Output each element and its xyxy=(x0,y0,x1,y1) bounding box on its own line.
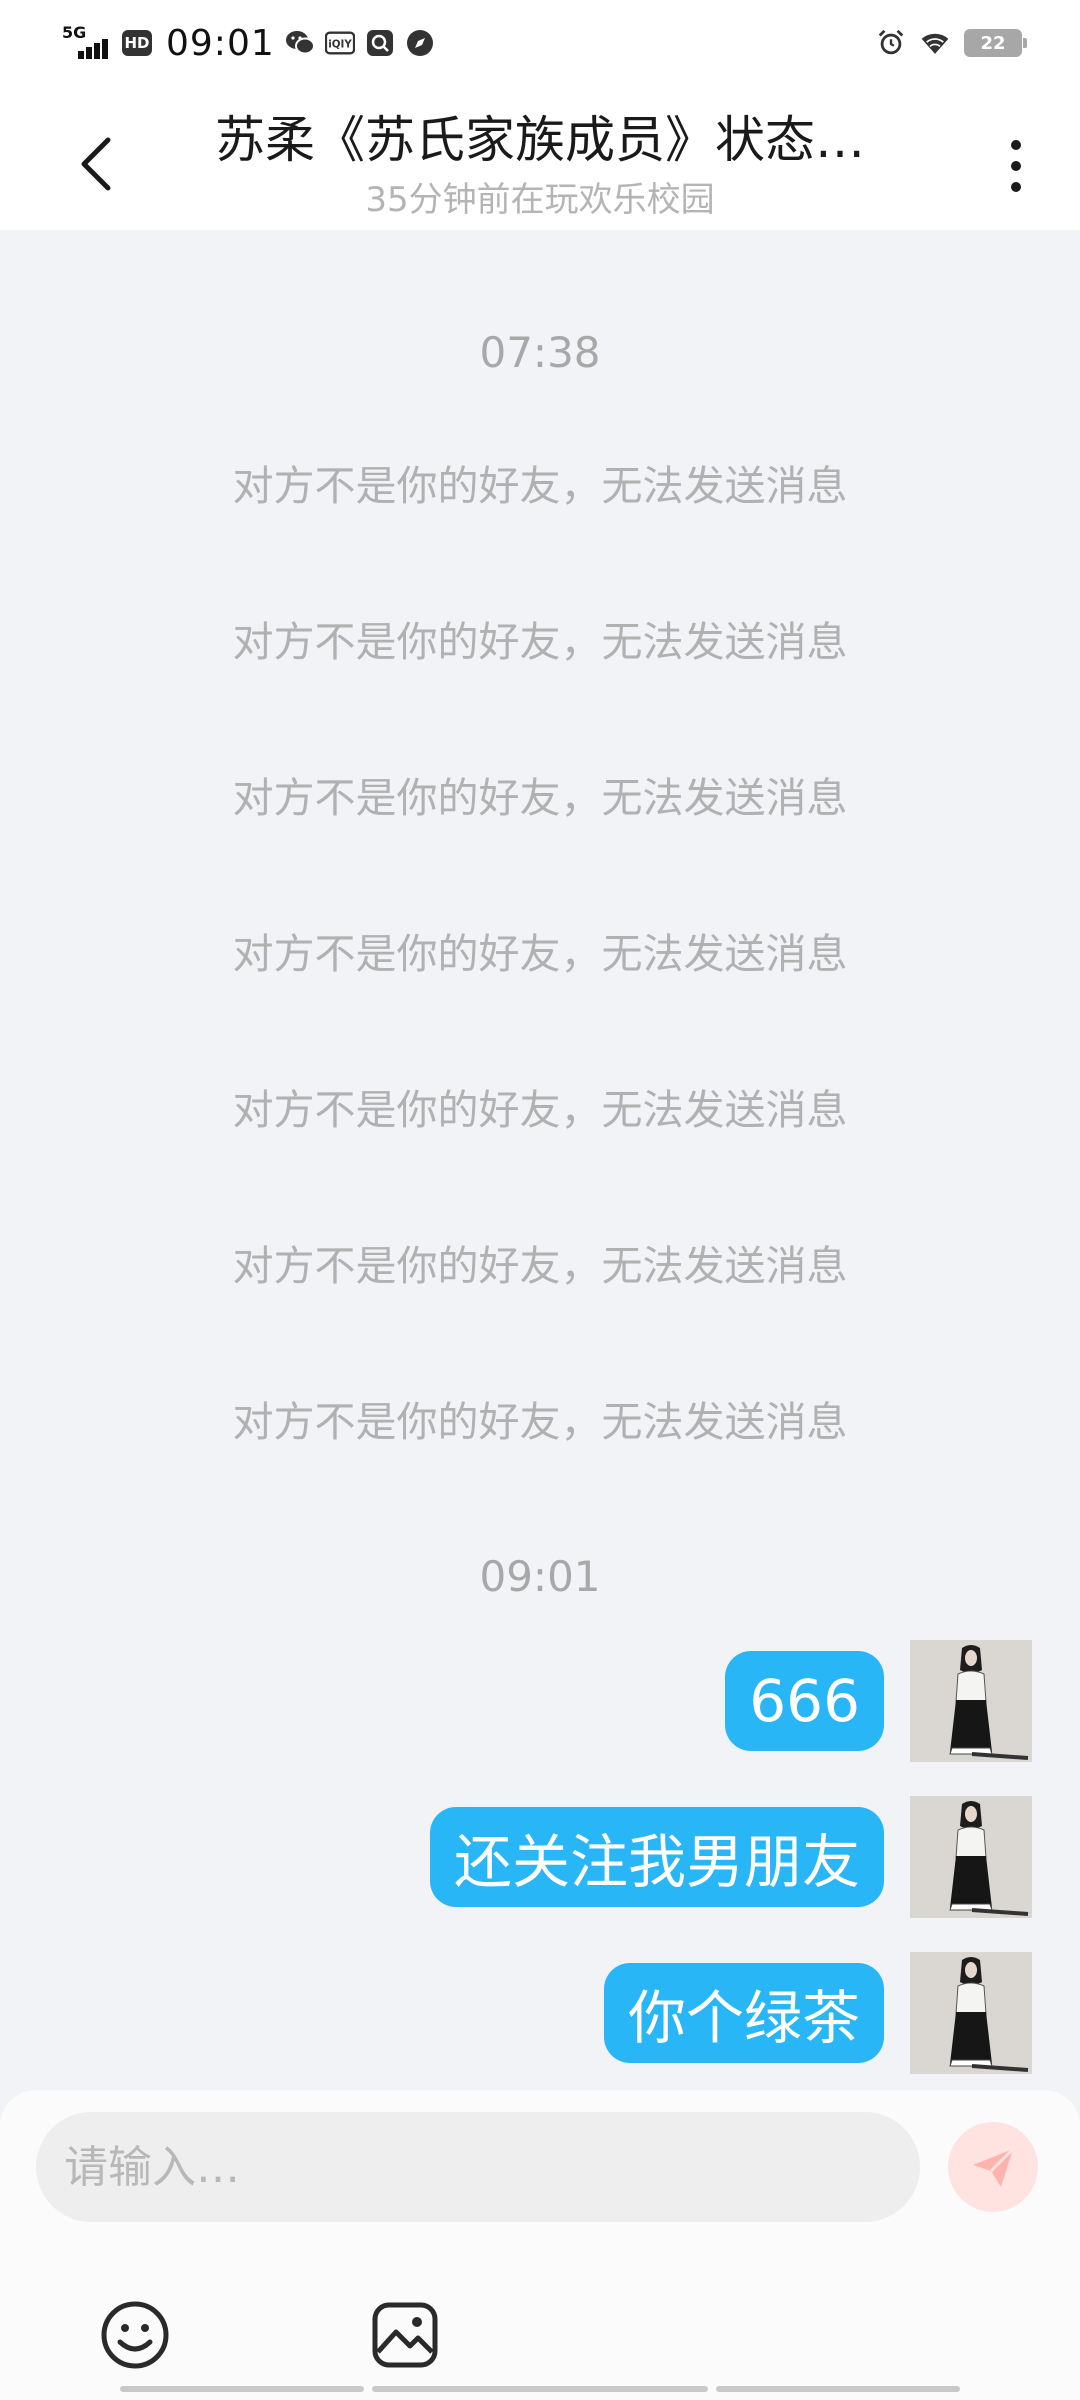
status-time: 09:01 xyxy=(166,22,275,64)
sent-message-row: 还关注我男朋友 xyxy=(429,1796,1032,1918)
avatar[interactable] xyxy=(910,1796,1032,1918)
sent-message-row: 你个绿茶 xyxy=(603,1952,1032,2074)
emoji-button[interactable] xyxy=(100,2300,170,2370)
wechat-icon xyxy=(285,28,315,58)
sent-message-row: 666 xyxy=(725,1640,1032,1762)
system-message: 对方不是你的好友，无法发送消息 xyxy=(232,1398,848,1446)
hd-icon: HD xyxy=(122,30,152,56)
more-options-button[interactable] xyxy=(996,126,1036,206)
avatar-image xyxy=(910,1952,1032,2074)
avatar-image xyxy=(910,1640,1032,1762)
chat-header: 苏柔《苏氏家族成员》状态… 35分钟前在玩欢乐校园 xyxy=(0,86,1080,230)
smiley-icon xyxy=(101,2301,169,2369)
composer xyxy=(0,2090,1080,2400)
system-message: 对方不是你的好友，无法发送消息 xyxy=(232,1242,848,1290)
image-icon xyxy=(372,2302,438,2368)
system-message: 对方不是你的好友，无法发送消息 xyxy=(232,774,848,822)
send-button[interactable] xyxy=(948,2122,1038,2212)
message-bubble[interactable]: 你个绿茶 xyxy=(603,1963,884,2063)
status-bar: 5G HD 09:01 iQIY 22 xyxy=(0,0,1080,86)
back-button[interactable] xyxy=(66,122,126,206)
nav-indicator xyxy=(372,2386,708,2392)
network-type: 5G xyxy=(62,23,87,42)
system-message: 对方不是你的好友，无法发送消息 xyxy=(232,1086,848,1134)
battery-indicator: 22 xyxy=(964,29,1027,57)
back-arrow-icon xyxy=(81,137,111,191)
avatar[interactable] xyxy=(910,1640,1032,1762)
more-vertical-icon xyxy=(1011,140,1021,150)
send-icon xyxy=(973,2147,1015,2187)
search-app-icon xyxy=(365,28,395,58)
iqiyi-icon: iQIY xyxy=(324,28,355,58)
timestamp: 09:01 xyxy=(479,1552,601,1601)
timestamp: 07:38 xyxy=(479,328,601,377)
message-input[interactable] xyxy=(36,2112,920,2222)
message-bubble[interactable]: 还关注我男朋友 xyxy=(429,1807,884,1907)
chat-messages[interactable]: 07:38 对方不是你的好友，无法发送消息 对方不是你的好友，无法发送消息 对方… xyxy=(0,230,1080,2090)
wifi-icon xyxy=(920,28,950,58)
alarm-icon xyxy=(876,28,906,58)
contact-status: 35分钟前在玩欢乐校园 xyxy=(365,180,715,220)
avatar[interactable] xyxy=(910,1952,1032,2074)
compass-icon xyxy=(405,28,435,58)
system-message: 对方不是你的好友，无法发送消息 xyxy=(232,618,848,666)
avatar-image xyxy=(910,1796,1032,1918)
status-bar-right: 22 xyxy=(876,22,1027,64)
image-button[interactable] xyxy=(370,2300,440,2370)
nav-indicator xyxy=(716,2386,960,2392)
nav-indicator xyxy=(120,2386,364,2392)
system-message: 对方不是你的好友，无法发送消息 xyxy=(232,930,848,978)
message-bubble[interactable]: 666 xyxy=(725,1651,884,1751)
page-title: 苏柔《苏氏家族成员》状态… xyxy=(215,111,865,169)
system-message: 对方不是你的好友，无法发送消息 xyxy=(232,462,848,510)
svg-text:iQIY: iQIY xyxy=(328,39,352,51)
status-bar-left: 5G HD 09:01 iQIY xyxy=(62,18,435,68)
signal-icon: 5G xyxy=(62,23,112,63)
